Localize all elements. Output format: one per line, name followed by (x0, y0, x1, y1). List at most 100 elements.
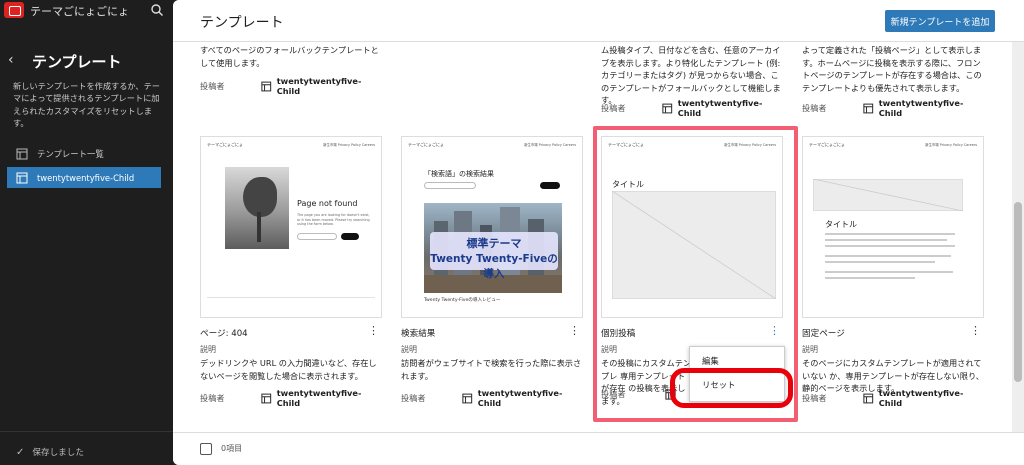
template-description: デッドリンクや URL の入力間違いなど、存在しないページを閲覧した場合に表示さ… (200, 358, 377, 381)
overlay-banner: 標準テーマ Twenty Twenty-Fiveの導入 (430, 232, 558, 280)
add-template-button[interactable]: 新規テンプレートを追加 (885, 10, 995, 32)
author-label: 投稿者 (601, 389, 626, 399)
template-description: 訪問者がウェブサイトで検索を行った際に表示されます。 (401, 358, 582, 381)
main-content: テンプレート 新規テンプレートを追加 すべてのページのフォールバックテンプレート… (173, 0, 1024, 465)
description-label: 説明 (802, 345, 818, 354)
template-card-404: テーマごにょごにょ 新生市場 Privacy Policy Careers Pa… (200, 136, 382, 416)
actions-dropdown-menu: 編集 リセット (689, 346, 785, 402)
template-name[interactable]: 個別投稿 (601, 327, 635, 339)
scrollbar[interactable] (1012, 42, 1024, 432)
author-label: 投稿者 (802, 393, 827, 403)
preview-caption: Twenty Twenty-Fiveの導入レビュー (424, 298, 501, 303)
preview-site-title: テーマごにょごにょ (809, 142, 845, 147)
select-all-checkbox[interactable] (200, 443, 212, 455)
preview-heading: 「検索語」の検索結果 (424, 170, 494, 178)
author-row: 投稿者 twentytwentyfive-Child (200, 76, 380, 96)
description-label: 説明 (401, 345, 417, 354)
template-preview[interactable]: テーマごにょごにょ 新生市場 Privacy Policy Careers Pa… (200, 136, 382, 318)
author-name: twentytwentyfive-Child (677, 98, 763, 118)
author-row: 投稿者 twentytwentyfive-Child (401, 388, 581, 408)
app-root: テーマごにょごにょ ‹ テンプレート 新しいテンプレートを作成するか、テーマによ… (0, 0, 1024, 465)
author-name: twentytwentyfive-Child (276, 76, 362, 96)
site-title[interactable]: テーマごにょごにょ (30, 3, 129, 19)
more-actions-icon[interactable]: ⋮ (569, 325, 580, 339)
description-label: 説明 (200, 345, 216, 354)
sidebar-item-label: twentytwentyfive-Child (37, 172, 135, 183)
layout-icon (261, 81, 272, 91)
author-label: 投稿者 (401, 393, 426, 403)
author-row: 投稿者 (601, 388, 681, 400)
preview-heading: タイトル (825, 220, 857, 229)
layout-icon (665, 388, 676, 400)
preview-site-title: テーマごにょごにょ (207, 142, 243, 147)
preview-search-button (341, 233, 359, 240)
menu-item-reset[interactable]: リセット (690, 375, 786, 395)
site-hub: テーマごにょごにょ (0, 0, 173, 20)
layout-icon (16, 172, 28, 183)
more-actions-icon[interactable]: ⋮ (368, 325, 379, 339)
template-preview[interactable]: テーマごにょごにょ 新生市場 Privacy Policy Careers タイ… (802, 136, 984, 318)
template-card-archive: ム投稿タイプ、日付などを含む、任意のアーカイブを表示します。より特化したテンプレ… (601, 42, 781, 132)
site-logo-icon[interactable] (4, 2, 24, 18)
preview-nav: 新生市場 Privacy Policy Careers (524, 143, 576, 147)
author-label: 投稿者 (601, 103, 626, 113)
preview-heading: Page not found (297, 199, 358, 208)
page-header: テンプレート 新規テンプレートを追加 (173, 0, 1024, 42)
author-name: twentytwentyfive-Child (276, 388, 362, 408)
sidebar-divider (0, 431, 173, 432)
sidebar-item-theme-child[interactable]: twentytwentyfive-Child (7, 167, 161, 188)
author-row: 投稿者 twentytwentyfive-Child (802, 388, 982, 408)
check-icon: ✓ (16, 446, 25, 458)
preview-search-field (424, 182, 476, 189)
author-label: 投稿者 (802, 103, 827, 113)
sidebar: テーマごにょごにょ ‹ テンプレート 新しいテンプレートを作成するか、テーマによ… (0, 0, 173, 465)
layout-icon (462, 393, 473, 403)
sidebar-item-all-templates[interactable]: テンプレート一覧 (7, 143, 161, 164)
layout-icon (16, 148, 28, 159)
template-description: よって定義された「投稿ページ」として表示します。ホームページに投稿を表示する際に… (802, 45, 982, 93)
author-name: twentytwentyfive-Child (878, 388, 964, 408)
save-status-text: 保存しました (32, 448, 84, 458)
overlay-line-1: 標準テーマ (466, 237, 522, 250)
author-label: 投稿者 (200, 81, 225, 91)
layout-icon (863, 393, 874, 403)
overlay-line-2: Twenty Twenty-Fiveの導入 (430, 253, 558, 280)
more-actions-icon[interactable]: ⋮ (970, 325, 981, 339)
template-preview[interactable]: テーマごにょごにょ 新生市場 Privacy Policy Careers タイ… (601, 136, 783, 318)
author-row: 投稿者 twentytwentyfive-Child (802, 98, 982, 118)
template-preview[interactable]: テーマごにょごにょ 新生市場 Privacy Policy Careers 「検… (401, 136, 583, 318)
author-name: twentytwentyfive-Child (477, 388, 563, 408)
save-status: ✓ 保存しました (16, 446, 84, 459)
description-label: 説明 (601, 345, 617, 354)
more-actions-icon[interactable]: ⋮ (769, 325, 780, 339)
menu-item-edit[interactable]: 編集 (690, 351, 786, 371)
back-chevron-icon[interactable]: ‹ (8, 52, 22, 68)
preview-site-title: テーマごにょごにょ (408, 142, 444, 147)
preview-heading: タイトル (612, 180, 644, 189)
template-name[interactable]: 固定ページ (802, 327, 845, 339)
template-card-fallback: すべてのページのフォールバックテンプレートとして使用します。 投稿者 twent… (200, 42, 380, 132)
selected-count: 0項目 (221, 444, 243, 453)
layout-icon (863, 103, 874, 113)
preview-body: The page you are looking for doesn't exi… (297, 213, 370, 227)
author-row: 投稿者 twentytwentyfive-Child (601, 98, 781, 118)
sidebar-title: テンプレート (32, 53, 122, 71)
author-name: twentytwentyfive-Child (878, 98, 964, 118)
preview-nav: 新生市場 Privacy Policy Careers (925, 143, 977, 147)
scrollbar-thumb[interactable] (1014, 202, 1022, 382)
preview-tree-image (225, 167, 289, 249)
search-icon[interactable] (150, 3, 164, 17)
bulk-actions-footer: 0項目 (173, 432, 1024, 465)
preview-search-field (297, 233, 337, 240)
template-name[interactable]: 検索結果 (401, 327, 435, 339)
template-card-page: テーマごにょごにょ 新生市場 Privacy Policy Careers タイ… (802, 136, 984, 416)
preview-site-title: テーマごにょごにょ (608, 142, 644, 147)
template-description: すべてのページのフォールバックテンプレートとして使用します。 (200, 45, 379, 68)
template-name[interactable]: ページ: 404 (200, 327, 248, 339)
preview-nav: 新生市場 Privacy Policy Careers (323, 143, 375, 147)
preview-image-placeholder (813, 179, 963, 211)
preview-image-placeholder (612, 191, 776, 299)
sidebar-description: 新しいテンプレートを作成するか、テーマによって提供されるテンプレートに加えられた… (13, 81, 160, 128)
preview-nav: 新生市場 Privacy Policy Careers (724, 143, 776, 147)
author-label: 投稿者 (200, 393, 225, 403)
